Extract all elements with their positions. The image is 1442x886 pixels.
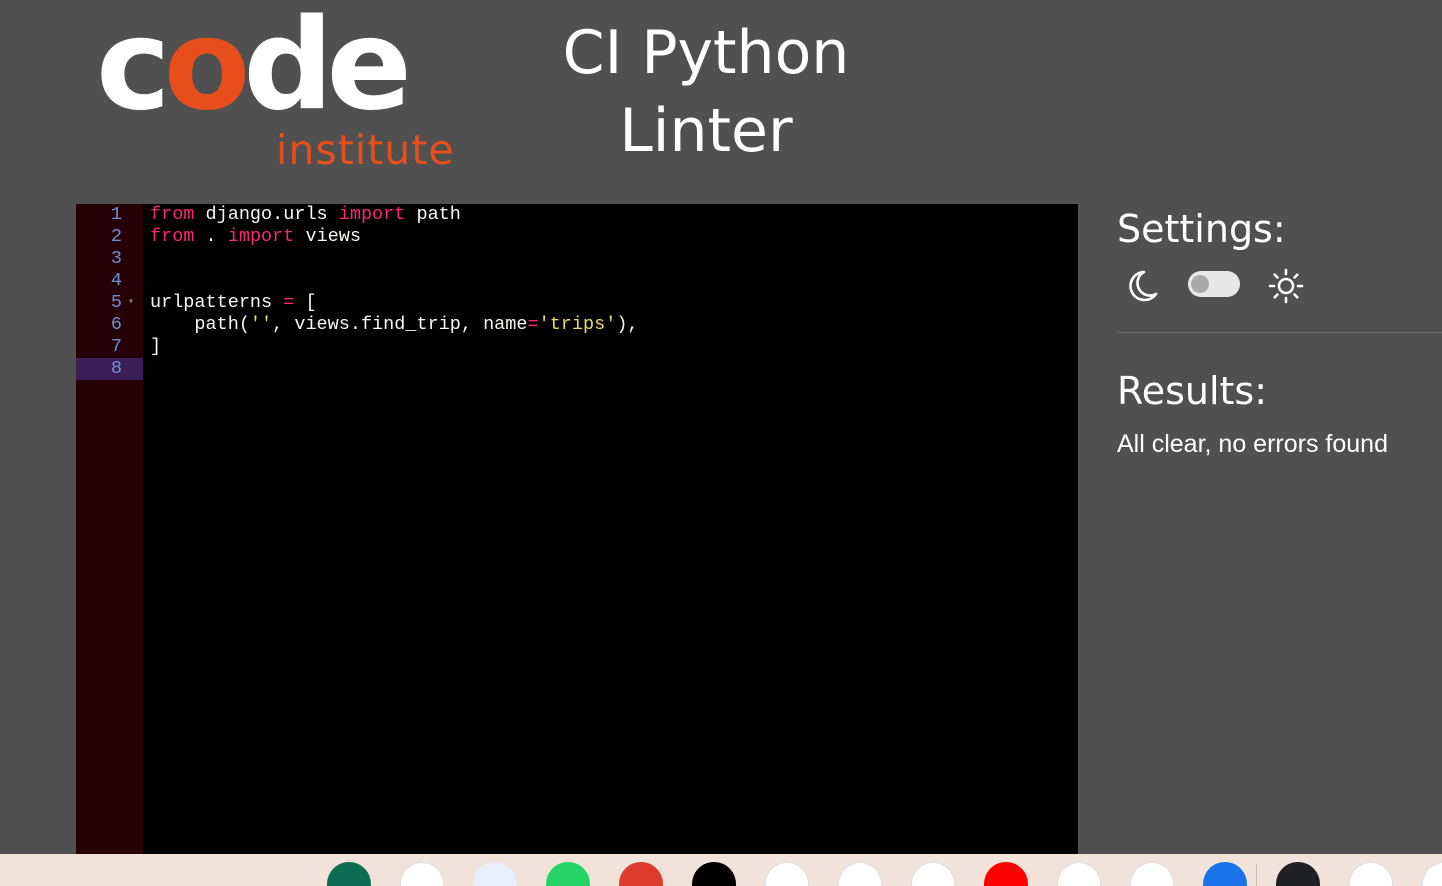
translate-icon[interactable] — [473, 862, 517, 886]
docs-icon[interactable] — [1276, 862, 1320, 886]
app-icon[interactable] — [1422, 862, 1442, 886]
youtube-music-icon[interactable] — [984, 862, 1028, 886]
threads-icon[interactable] — [692, 862, 736, 886]
results-heading: Results: — [1117, 369, 1268, 413]
title-line-1: CI Python — [562, 18, 850, 88]
code-text: urlpatterns = [ — [150, 292, 317, 313]
gmail-icon[interactable] — [1057, 862, 1101, 886]
line-number: 6 — [110, 314, 122, 335]
code-line[interactable]: 7] — [76, 336, 1078, 358]
logo-de: de — [243, 0, 412, 138]
system-taskbar — [0, 854, 1442, 886]
meet-icon[interactable] — [327, 862, 371, 886]
queue-icon[interactable] — [1349, 862, 1393, 886]
line-number-cell: 2 — [76, 226, 143, 248]
line-number: 3 — [110, 248, 122, 269]
vscode-icon[interactable] — [1130, 862, 1174, 886]
line-number: 5 — [110, 292, 122, 313]
whatsapp-icon[interactable] — [546, 862, 590, 886]
code-line[interactable]: 2 from . import views — [76, 226, 1078, 248]
code-institute-logo: code institute — [96, 0, 466, 180]
code-line[interactable]: 6 path('', views.find_trip, name='trips'… — [76, 314, 1078, 336]
results-message: All clear, no errors found — [1117, 430, 1388, 458]
title-line-2: Linter — [619, 96, 793, 166]
toggle-knob — [1191, 275, 1209, 293]
code-text: from . import views — [150, 226, 361, 247]
code-line[interactable]: 3 — [76, 248, 1078, 270]
page-title: CI Python Linter — [520, 14, 892, 170]
line-number: 7 — [110, 336, 122, 357]
line-number-cell: 8 — [76, 358, 143, 380]
gemini-icon[interactable] — [400, 862, 444, 886]
theme-toggle[interactable] — [1188, 271, 1240, 297]
files-icon[interactable] — [1203, 862, 1247, 886]
sun-icon — [1268, 268, 1304, 304]
code-editor[interactable]: 1 from django.urls import path 2 from . imp… — [76, 204, 1078, 854]
moon-icon — [1129, 270, 1158, 302]
logo-c: c — [96, 0, 171, 138]
settings-divider — [1117, 332, 1442, 333]
fold-arrow-icon[interactable]: ▾ — [128, 292, 134, 314]
code-text: path('', views.find_trip, name='trips'), — [150, 314, 639, 335]
code-text: from django.urls import path — [150, 204, 461, 225]
logo-o: o — [163, 0, 251, 138]
code-line[interactable]: 8 — [76, 358, 1078, 380]
line-number-cell: 1 — [76, 204, 143, 226]
line-number-cell: 4 — [76, 270, 143, 292]
line-number: 2 — [110, 226, 122, 247]
line-number-cell: 7 — [76, 336, 143, 358]
photos-icon[interactable] — [765, 862, 809, 886]
line-number: 1 — [110, 204, 122, 225]
code-line[interactable]: 1 from django.urls import path — [76, 204, 1078, 226]
line-number-cell: 5 ▾ — [76, 292, 143, 314]
code-line[interactable]: 5 ▾ urlpatterns = [ — [76, 292, 1078, 314]
chrome-icon[interactable] — [619, 862, 663, 886]
logo-subtitle: institute — [276, 126, 455, 174]
line-number-cell: 3 — [76, 248, 143, 270]
settings-heading: Settings: — [1117, 207, 1286, 251]
code-line[interactable]: 4 — [76, 270, 1078, 292]
youtube-icon[interactable] — [911, 862, 955, 886]
calendar-icon[interactable] — [838, 862, 882, 886]
logo-word: code — [96, 2, 412, 128]
line-number-cell: 6 — [76, 314, 143, 336]
line-number: 8 — [110, 358, 122, 379]
taskbar-separator — [1256, 864, 1257, 886]
line-number: 4 — [110, 270, 122, 291]
code-text: ] — [150, 336, 162, 357]
